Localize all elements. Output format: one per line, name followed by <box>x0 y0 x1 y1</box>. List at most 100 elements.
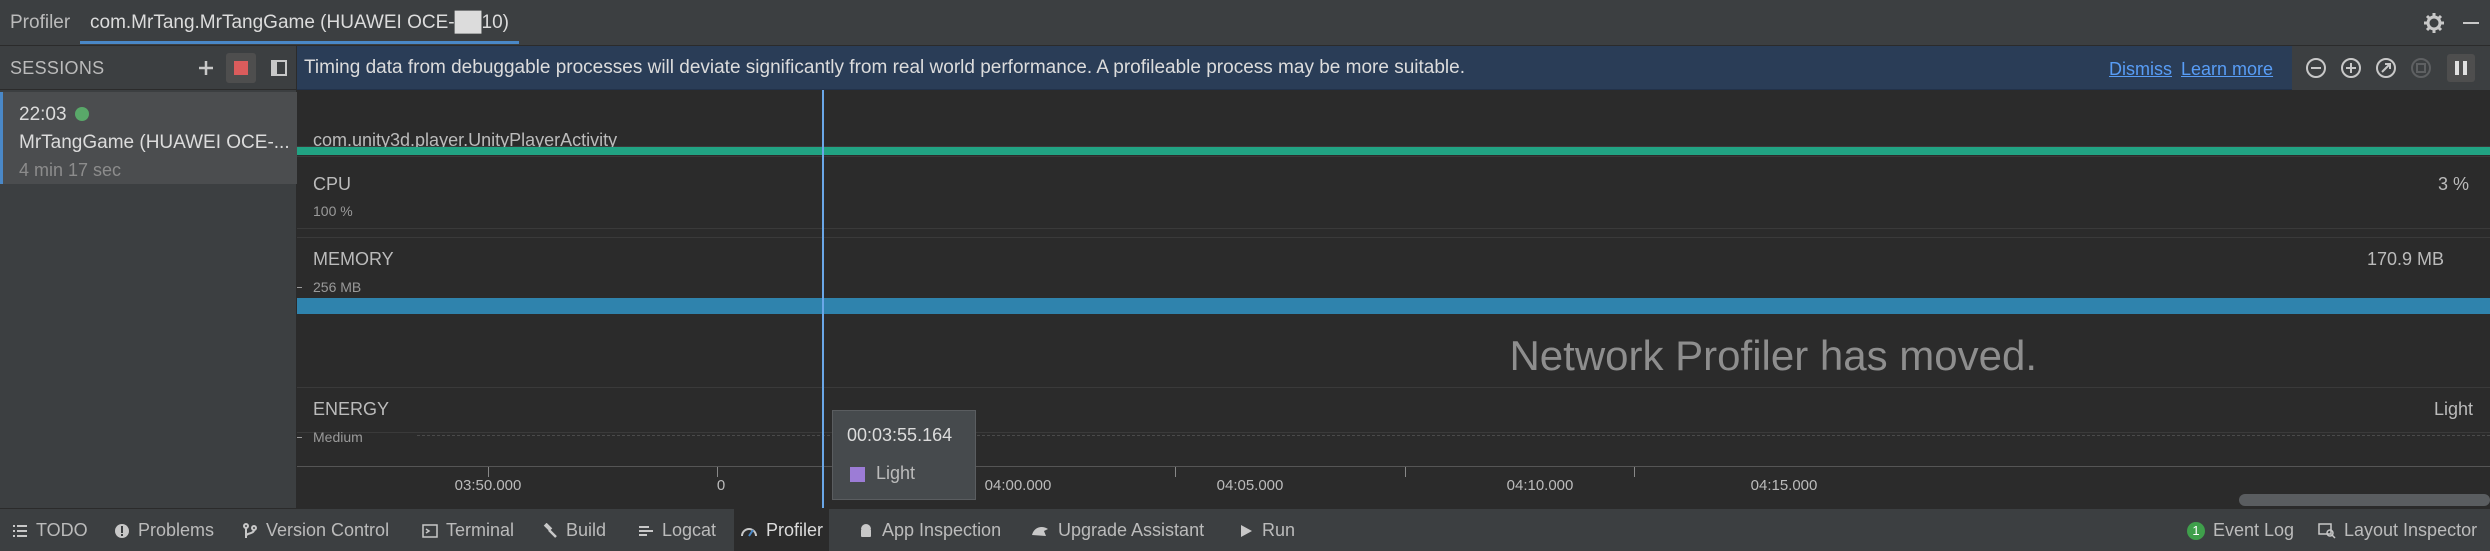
tab-session[interactable]: com.MrTang.MrTangGame (HUAWEI OCE-██10) <box>80 0 519 44</box>
memory-scale: 256 MB <box>313 279 362 295</box>
session-time: 22:03 <box>19 104 67 125</box>
warning-icon <box>115 523 129 538</box>
minimize-icon[interactable] <box>2456 8 2486 38</box>
network-moved-notice: Network Profiler has moved. <box>297 332 2037 380</box>
activity-bar[interactable] <box>297 147 2490 155</box>
energy-scale-tick <box>297 437 302 438</box>
upgrade-assistant-label: Upgrade Assistant <box>1058 520 1205 540</box>
energy-scale: Medium <box>313 429 363 445</box>
run-label: Run <box>1262 520 1296 540</box>
axis-tick <box>1634 467 1635 477</box>
time-axis: 03:50.000 0 04:00.000 04:05.000 04:10.00… <box>297 466 2490 508</box>
axis-tick <box>1175 467 1176 477</box>
tool-window-bar: TODO Problems Version Control Terminal B… <box>0 508 2490 551</box>
pause-icon[interactable] <box>2447 54 2475 82</box>
axis-label: 04:05.000 <box>1216 477 1284 494</box>
session-duration: 4 min 17 sec <box>19 160 122 180</box>
session-live-indicator <box>75 107 89 121</box>
terminal-icon <box>422 523 438 538</box>
energy-label: ENERGY <box>313 399 390 419</box>
memory-value: 170.9 MB <box>2366 249 2444 269</box>
todo-label: TODO <box>36 520 88 540</box>
warning-banner: Timing data from debuggable processes wi… <box>297 46 2490 90</box>
energy-lane[interactable] <box>297 387 2490 467</box>
run-icon <box>1241 524 1252 537</box>
axis-label: 0 <box>716 477 726 494</box>
event-log-badge: 1 <box>2187 521 2205 540</box>
cpu-value: 3 % <box>2437 174 2469 194</box>
version-control-label: Version Control <box>266 520 390 540</box>
cpu-scale: 100 % <box>313 203 353 219</box>
app-inspection-label: App Inspection <box>882 520 1002 540</box>
tooltip-legend-swatch <box>850 467 865 482</box>
sessions-panel: SESSIONS 22:03 MrTangGame (HUAWEI OCE-..… <box>0 46 297 508</box>
learn-more-link[interactable]: Learn more <box>2181 59 2273 80</box>
version-control-button[interactable]: Version Control <box>236 509 395 551</box>
event-log-label: Event Log <box>2213 520 2295 540</box>
upgrade-assistant-button[interactable]: Upgrade Assistant <box>1024 509 1210 551</box>
activity-lane <box>297 90 2490 147</box>
android-icon <box>861 523 871 537</box>
tooltip-time: 00:03:55.164 <box>847 425 953 445</box>
branch-icon <box>243 522 257 538</box>
layout-inspector-button[interactable]: Layout Inspector <box>2312 509 2483 551</box>
app-inspection-button[interactable]: App Inspection <box>852 509 1007 551</box>
axis-tick <box>717 467 718 477</box>
run-button[interactable]: Run <box>1232 509 1301 551</box>
build-label: Build <box>566 520 607 540</box>
todo-button[interactable]: TODO <box>6 509 94 551</box>
dismiss-link[interactable]: Dismiss <box>2109 59 2172 80</box>
logcat-icon <box>639 525 653 536</box>
layout-inspector-icon <box>2318 522 2336 539</box>
profiler-timeline: Timing data from debuggable processes wi… <box>297 46 2490 508</box>
session-name: MrTangGame (HUAWEI OCE-... <box>19 132 290 153</box>
logcat-label: Logcat <box>662 520 717 540</box>
stop-session-icon[interactable] <box>226 53 256 83</box>
axis-label: 04:10.000 <box>1506 477 1574 494</box>
energy-tooltip: 00:03:55.164 Light <box>832 410 976 500</box>
add-session-icon[interactable] <box>191 53 221 83</box>
network-moved-text: Network Profiler has moved. <box>1509 332 2037 379</box>
logcat-button[interactable]: Logcat <box>632 509 722 551</box>
energy-medium-gridline <box>417 435 2490 436</box>
collapse-panel-icon[interactable] <box>264 53 294 83</box>
terminal-button[interactable]: Terminal <box>416 509 520 551</box>
axis-tick <box>1405 467 1406 477</box>
zoom-in-icon[interactable] <box>2337 54 2365 82</box>
gear-icon[interactable] <box>2419 8 2449 38</box>
session-list-item[interactable]: 22:03 MrTangGame (HUAWEI OCE-... 4 min 1… <box>0 92 297 184</box>
zoom-controls <box>2292 46 2490 90</box>
timeline-cursor <box>822 90 824 508</box>
energy-value: Light <box>2433 399 2473 419</box>
tab-profiler[interactable]: Profiler <box>0 0 80 46</box>
top-tab-bar: Profiler com.MrTang.MrTangGame (HUAWEI O… <box>0 0 2490 46</box>
axis-label: 04:00.000 <box>984 477 1052 494</box>
build-button[interactable]: Build <box>536 509 612 551</box>
problems-button[interactable]: Problems <box>108 509 220 551</box>
axis-tick <box>488 467 489 477</box>
profiler-label: Profiler <box>766 520 824 540</box>
terminal-label: Terminal <box>446 520 515 540</box>
event-log-button[interactable]: 1 Event Log <box>2181 509 2300 551</box>
gauge-icon <box>741 527 757 537</box>
hammer-icon <box>543 522 557 538</box>
cpu-lane[interactable] <box>297 156 2490 229</box>
layout-inspector-label: Layout Inspector <box>2344 520 2478 540</box>
memory-label: MEMORY <box>313 249 394 269</box>
profiler-button[interactable]: Profiler <box>734 509 830 551</box>
zoom-to-selection-icon[interactable] <box>2407 54 2435 82</box>
cpu-label: CPU <box>313 174 352 194</box>
axis-label: 04:15.000 <box>1750 477 1818 494</box>
sessions-header: SESSIONS <box>0 46 297 90</box>
timeline-scrollbar-thumb[interactable] <box>2239 494 2490 506</box>
memory-usage-bar <box>297 298 2490 314</box>
upgrade-assistant-icon <box>1032 526 1048 536</box>
list-icon <box>13 524 27 537</box>
reset-zoom-icon[interactable] <box>2372 54 2400 82</box>
zoom-out-icon[interactable] <box>2302 54 2330 82</box>
sessions-title: SESSIONS <box>10 58 105 78</box>
banner-message: Timing data from debuggable processes wi… <box>304 57 1465 78</box>
problems-label: Problems <box>138 520 215 540</box>
tooltip-energy-level: Light <box>876 463 916 483</box>
memory-scale-tick <box>297 287 302 288</box>
